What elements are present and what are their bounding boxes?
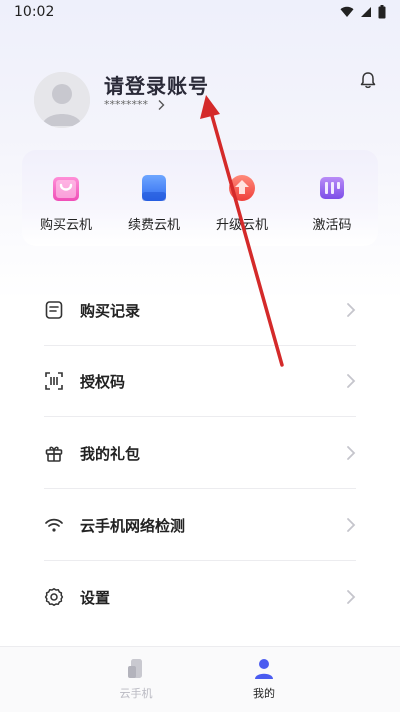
notification-bell-icon[interactable] [358, 70, 378, 90]
menu-item-label: 我的礼包 [80, 444, 141, 463]
status-icons [340, 5, 386, 19]
quick-action-label: 续费云机 [127, 218, 180, 233]
person-icon [255, 659, 273, 679]
bottom-nav: 云手机 我的 [0, 646, 400, 712]
shopping-bag-icon [50, 172, 82, 204]
menu-item-settings[interactable]: 设置 [44, 562, 356, 632]
menu-item-label: 云手机网络检测 [80, 516, 186, 535]
chevron-right-icon [158, 99, 165, 110]
menu-divider [44, 488, 356, 489]
menu-item-purchase-records[interactable]: 购买记录 [44, 275, 356, 345]
tab-cloud-phone[interactable]: 云手机 [96, 657, 176, 701]
chevron-right-icon [347, 374, 356, 388]
quick-action-buy[interactable]: 购买云机 [26, 172, 106, 233]
menu-divider [44, 560, 356, 561]
nav-label: 云手机 [119, 687, 153, 700]
menu-item-my-gifts[interactable]: 我的礼包 [44, 418, 356, 488]
chevron-right-icon [347, 518, 356, 532]
menu-item-label: 授权码 [80, 372, 126, 391]
menu-item-network-check[interactable]: 云手机网络检测 [44, 490, 356, 560]
quick-action-label: 激活码 [312, 218, 352, 233]
cloud-phone-icon [128, 659, 142, 678]
document-icon [45, 301, 63, 319]
account-id-masked: ******** [104, 98, 148, 111]
quick-action-label: 购买云机 [39, 218, 92, 233]
chevron-right-icon [347, 446, 356, 460]
menu-divider [44, 416, 356, 417]
tab-me[interactable]: 我的 [224, 657, 304, 701]
wifi-icon [45, 518, 63, 532]
login-prompt[interactable]: 请登录账号 [104, 70, 209, 99]
menu-item-label: 购买记录 [80, 301, 141, 320]
avatar[interactable] [34, 72, 90, 128]
battery-icon [378, 5, 386, 19]
quick-actions-card: 购买云机 续费云机 升级云机 激活码 [22, 150, 378, 246]
chevron-right-icon [347, 303, 356, 317]
quick-action-activation[interactable]: 激活码 [292, 172, 372, 233]
quick-action-label: 升级云机 [215, 218, 268, 233]
scan-code-icon [45, 372, 63, 390]
quick-action-upgrade[interactable]: 升级云机 [202, 172, 282, 233]
status-bar: 10:02 [0, 0, 400, 24]
status-time: 10:02 [14, 4, 55, 20]
default-avatar-icon [34, 72, 90, 128]
quick-action-renew[interactable]: 续费云机 [114, 172, 194, 233]
account-row[interactable]: ******** [104, 98, 166, 111]
wifi-signal-icon [340, 6, 354, 17]
menu-item-label: 设置 [80, 588, 111, 607]
gift-icon [45, 446, 63, 462]
menu-item-auth-code[interactable]: 授权码 [44, 346, 356, 416]
activation-code-icon [316, 172, 348, 204]
cell-signal-icon [361, 7, 371, 17]
nav-label: 我的 [253, 687, 275, 700]
upgrade-icon [226, 172, 258, 204]
chevron-right-icon [347, 590, 356, 604]
settings-icon [44, 588, 64, 606]
card-icon [138, 172, 170, 204]
